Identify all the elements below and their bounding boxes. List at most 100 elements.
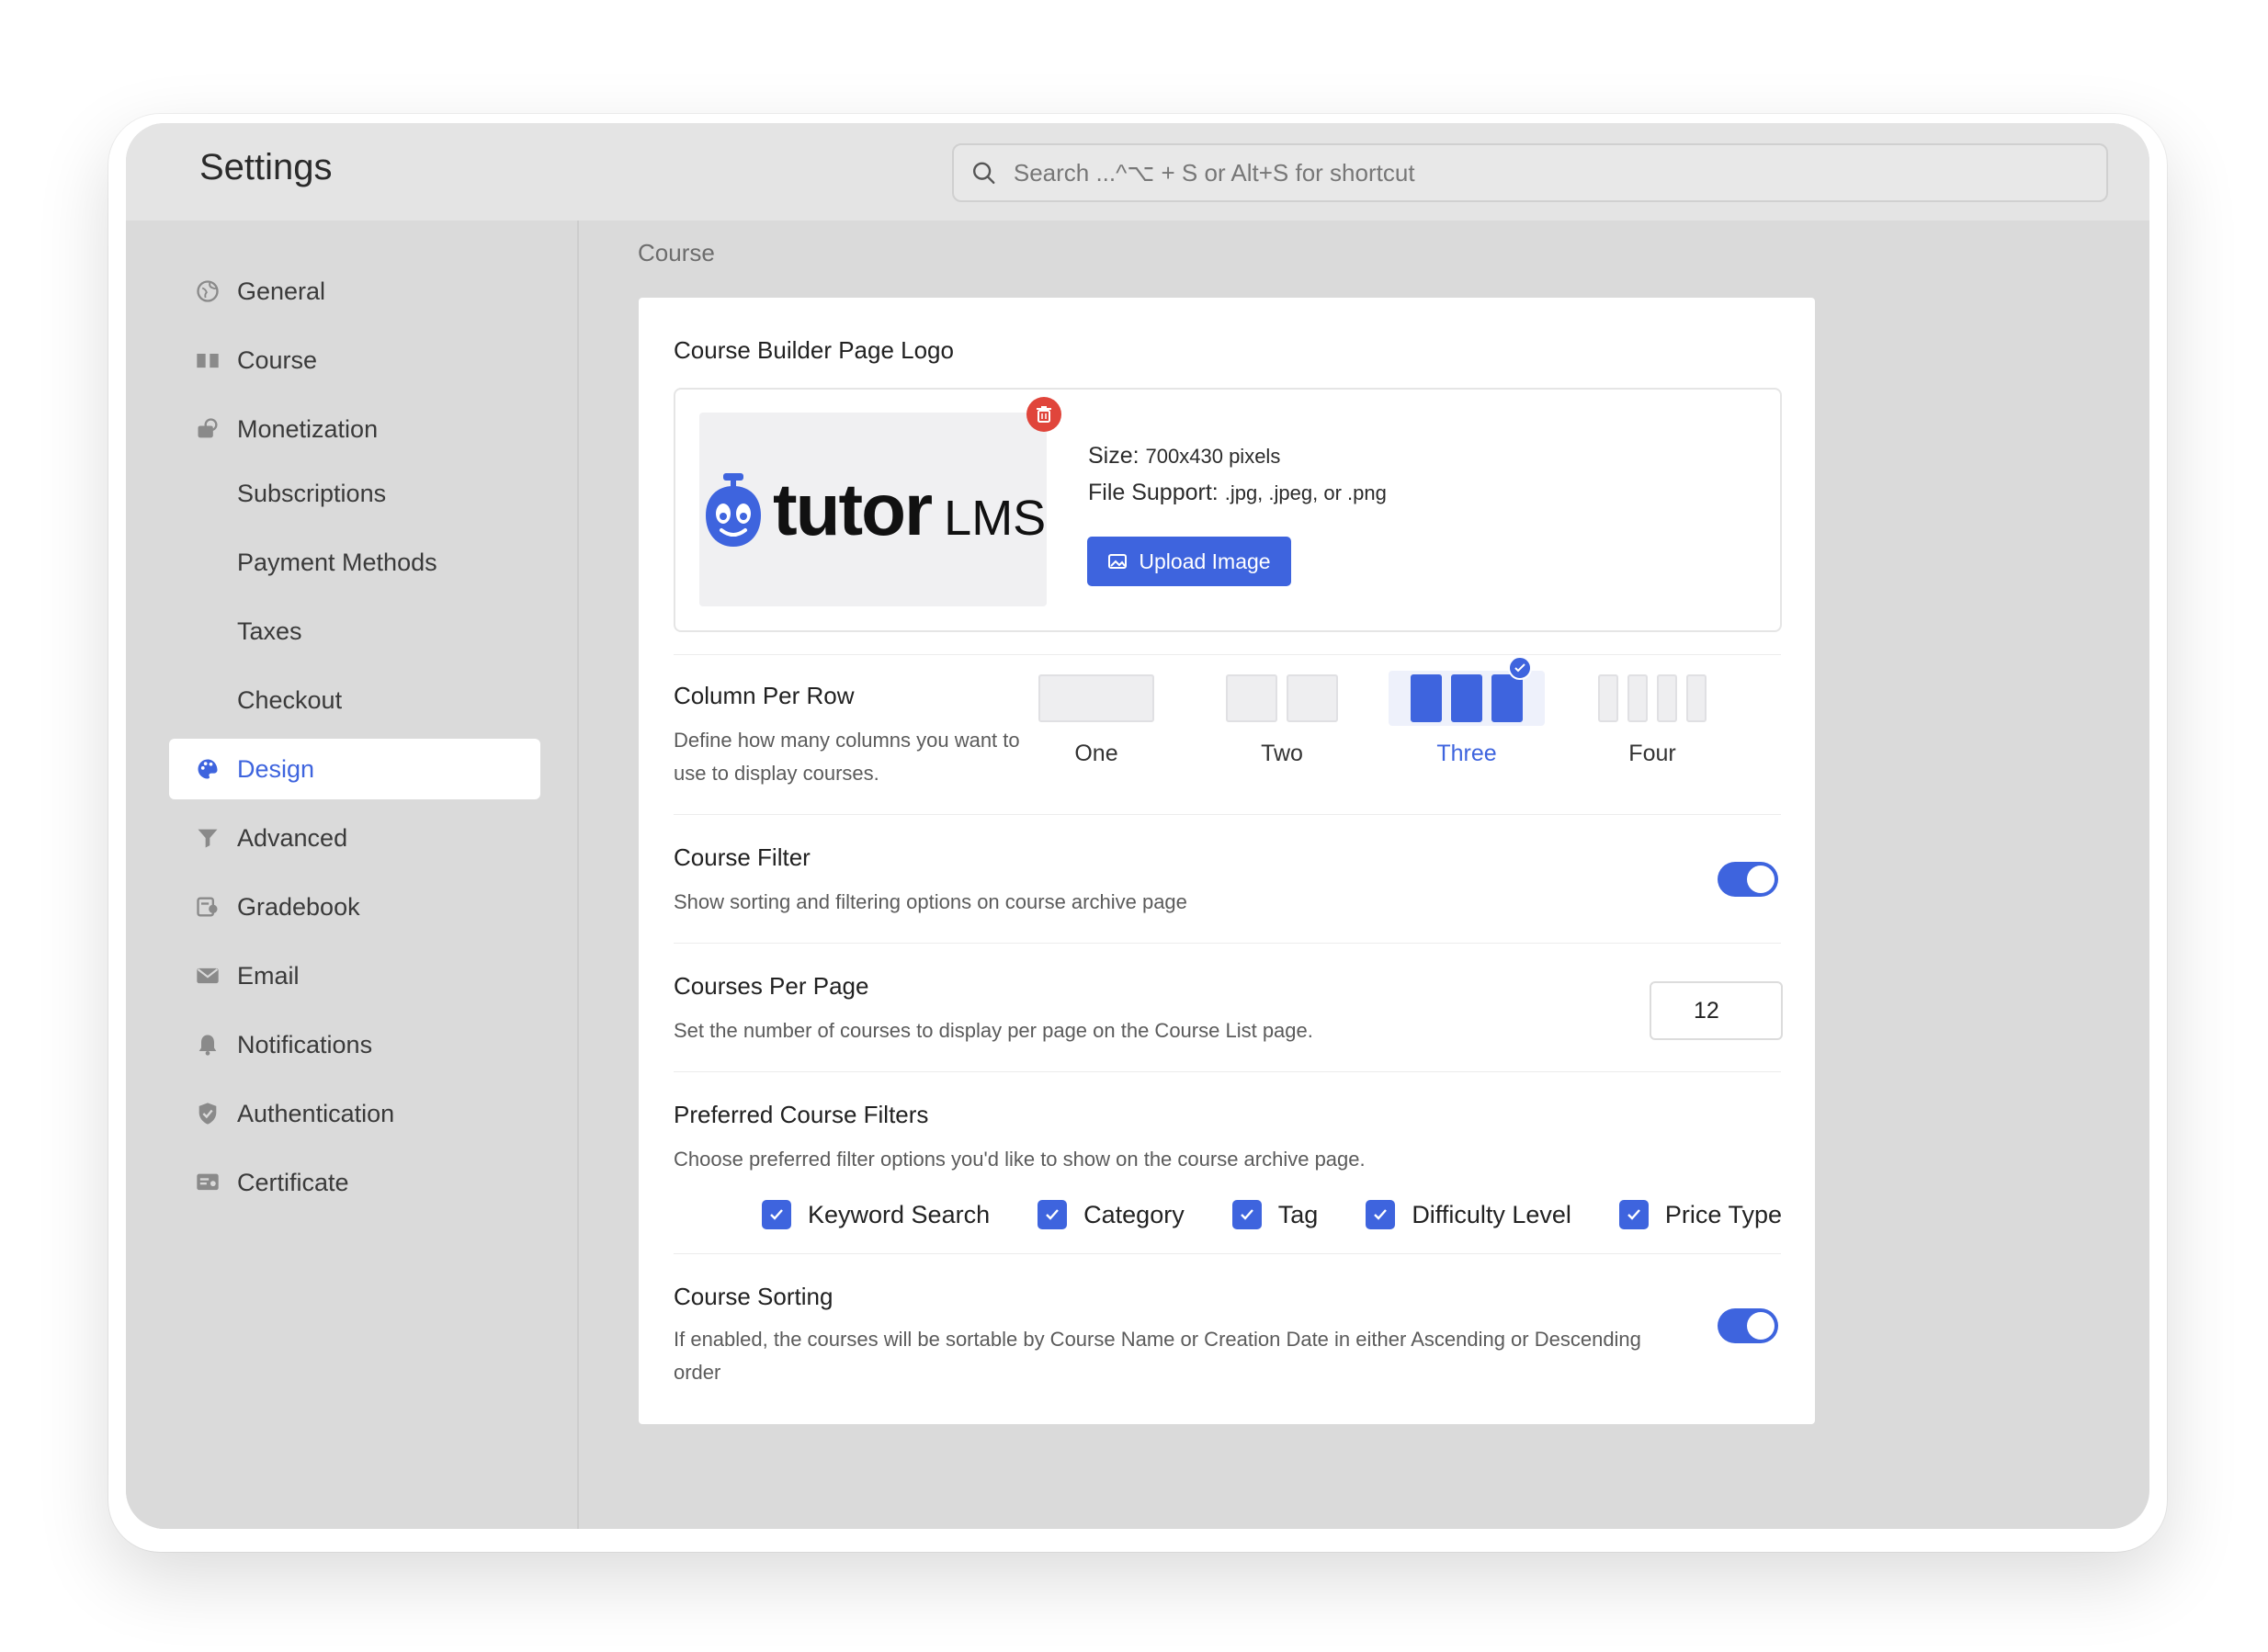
coins-icon	[198, 418, 218, 438]
columns-desc-line: use to display courses.	[674, 762, 879, 785]
sidebar-item-label: Taxes	[237, 617, 302, 645]
sidebar-item-gradebook[interactable]: Gradebook	[169, 877, 540, 937]
course-sorting-desc: If enabled, the courses will be sortable…	[674, 1323, 1684, 1389]
sidebar-item-advanced[interactable]: Advanced	[169, 808, 540, 868]
checkbox-checked-icon	[1231, 1200, 1262, 1229]
logo-brand-word: tutor	[773, 468, 933, 550]
logo-preview: tutor LMS	[699, 413, 1047, 606]
divider	[674, 1253, 1781, 1254]
size-label: Size:	[1088, 443, 1140, 469]
sidebar-item-subscriptions[interactable]: Subscriptions	[169, 463, 540, 524]
sidebar-item-email[interactable]: Email	[169, 945, 540, 1006]
sidebar-item-label: Authentication	[237, 1099, 395, 1127]
image-icon	[1108, 554, 1128, 569]
column-preview	[1018, 671, 1174, 726]
checkbox-checked-icon	[1618, 1200, 1649, 1229]
file-support-info: File Support: .jpg, .jpeg, or .png	[1088, 480, 1387, 506]
courses-per-page-input[interactable]	[1650, 981, 1783, 1040]
sorting-desc-line: order	[674, 1361, 721, 1384]
sidebar-item-label: Payment Methods	[237, 548, 437, 576]
globe-icon	[197, 280, 219, 302]
preferred-filter-options: Keyword Search Category Tag Difficulty L…	[762, 1200, 1782, 1229]
column-option-label: Three	[1436, 741, 1497, 766]
sidebar-item-certificate[interactable]: Certificate	[169, 1152, 540, 1213]
column-option-four[interactable]: Four	[1574, 671, 1730, 772]
column-block	[1598, 674, 1618, 722]
breadcrumb: Course	[638, 239, 715, 266]
filter-checkbox-difficulty-level[interactable]: Difficulty Level	[1366, 1200, 1571, 1229]
search-box[interactable]	[952, 143, 2108, 202]
filter-label: Category	[1083, 1200, 1185, 1228]
sidebar-item-design[interactable]: Design	[169, 739, 540, 799]
search-input[interactable]	[1013, 158, 2106, 187]
column-option-one[interactable]: One	[1018, 671, 1174, 772]
column-block	[1451, 674, 1482, 722]
preferred-filters-title: Preferred Course Filters	[674, 1101, 929, 1128]
sidebar-item-label: Checkout	[237, 685, 343, 714]
filter-label: Keyword Search	[808, 1200, 991, 1228]
column-block	[1287, 674, 1338, 722]
sidebar-item-label: Gradebook	[237, 892, 360, 921]
sidebar-item-label: Subscriptions	[237, 479, 387, 507]
sidebar-item-label: Course	[237, 345, 318, 374]
settings-window: Settings General Course Monetization Sub…	[126, 123, 2149, 1529]
tutor-owl-logo-icon	[706, 472, 761, 547]
trash-icon	[1037, 406, 1051, 423]
shield-icon	[198, 1103, 217, 1125]
sidebar-item-label: Notifications	[237, 1030, 373, 1058]
filter-checkbox-tag[interactable]: Tag	[1231, 1200, 1318, 1229]
checkbox-checked-icon	[1038, 1200, 1068, 1229]
support-label: File Support:	[1088, 480, 1219, 505]
filter-checkbox-keyword-search[interactable]: Keyword Search	[762, 1200, 990, 1229]
search-icon	[973, 162, 995, 185]
filter-checkbox-price-type[interactable]: Price Type	[1618, 1200, 1782, 1229]
divider	[674, 814, 1781, 815]
upload-image-button[interactable]: Upload Image	[1087, 537, 1291, 586]
sidebar-item-taxes[interactable]: Taxes	[169, 601, 540, 662]
column-option-two[interactable]: Two	[1204, 671, 1360, 772]
filter-checkbox-category[interactable]: Category	[1038, 1200, 1185, 1229]
columns-section-desc: Define how many columns you want to use …	[674, 724, 1020, 790]
sidebar-item-notifications[interactable]: Notifications	[169, 1014, 540, 1075]
settings-card: Course Builder Page Logo tutor LMS Size:…	[639, 298, 1815, 1424]
sidebar-item-label: Email	[237, 961, 300, 990]
course-sorting-toggle[interactable]	[1718, 1308, 1778, 1343]
sidebar-item-label: Monetization	[237, 414, 379, 443]
sidebar-item-general[interactable]: General	[169, 261, 540, 322]
gradebook-icon	[197, 897, 218, 917]
checkbox-checked-icon	[1366, 1200, 1396, 1229]
top-bar: Settings	[126, 123, 2149, 221]
certificate-icon	[197, 1173, 219, 1191]
upload-image-label: Upload Image	[1139, 549, 1271, 573]
sidebar-item-checkout[interactable]: Checkout	[169, 670, 540, 730]
palette-icon	[198, 759, 218, 779]
columns-section-title: Column Per Row	[674, 682, 855, 709]
sidebar-item-course[interactable]: Course	[169, 330, 540, 390]
size-value: 700x430 pixels	[1145, 445, 1281, 468]
course-filter-title: Course Filter	[674, 843, 811, 871]
divider	[674, 654, 1781, 655]
logo-upload-box: tutor LMS Size: 700x430 pixels File Supp…	[674, 388, 1782, 632]
column-option-three[interactable]: Three	[1389, 656, 1545, 772]
sidebar-item-monetization[interactable]: Monetization	[169, 399, 540, 459]
column-block	[1038, 674, 1154, 722]
size-info: Size: 700x430 pixels	[1088, 443, 1280, 470]
column-preview	[1204, 671, 1360, 726]
course-filter-toggle[interactable]	[1718, 862, 1778, 897]
sorting-desc-line: If enabled, the courses will be sortable…	[674, 1328, 1641, 1351]
bell-icon	[198, 1035, 217, 1056]
delete-logo-button[interactable]	[1026, 397, 1061, 432]
per-page-title: Courses Per Page	[674, 972, 869, 1000]
sidebar-item-label: Advanced	[237, 823, 348, 852]
divider	[674, 943, 1781, 944]
sidebar-item-authentication[interactable]: Authentication	[169, 1083, 540, 1144]
preferred-filters-desc: Choose preferred filter options you'd li…	[674, 1148, 1366, 1171]
sidebar-item-payment-methods[interactable]: Payment Methods	[169, 532, 540, 593]
per-page-desc: Set the number of courses to display per…	[674, 1019, 1313, 1042]
sidebar-item-label: Certificate	[237, 1168, 349, 1196]
column-preview	[1574, 671, 1730, 726]
divider	[674, 1071, 1781, 1072]
filter-label: Difficulty Level	[1412, 1200, 1571, 1228]
column-option-label: One	[1074, 741, 1118, 766]
column-block	[1491, 674, 1523, 722]
